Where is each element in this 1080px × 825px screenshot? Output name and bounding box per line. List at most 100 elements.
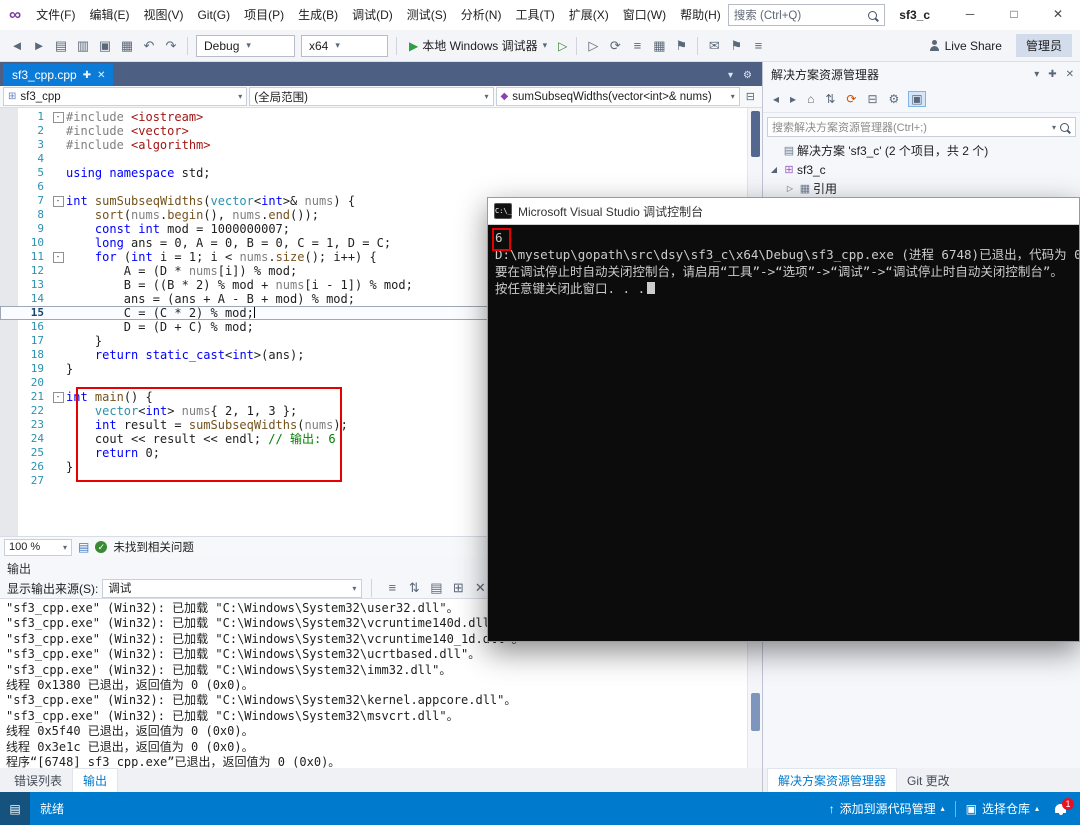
menu-item[interactable]: 窗口(W) [616, 1, 673, 30]
solution-platform-dropdown[interactable]: x64 ▾ [301, 34, 388, 57]
console-title-bar[interactable]: C:\_ Microsoft Visual Studio 调试控制台 [488, 198, 1079, 225]
breakpoint-margin-cell[interactable] [0, 460, 18, 474]
undo-icon[interactable]: ↶ [138, 38, 160, 54]
breakpoint-margin-cell[interactable] [0, 110, 18, 124]
fold-toggle-icon[interactable]: - [52, 196, 64, 207]
active-files-dropdown-icon[interactable]: ▾ [728, 70, 733, 81]
editor-scrollbar-thumb[interactable] [751, 111, 760, 157]
breakpoint-margin-cell[interactable] [0, 432, 18, 446]
add-to-source-control-button[interactable]: ↑ 添加到源代码管理 ▴ [819, 792, 955, 825]
breakpoint-margin-cell[interactable] [0, 250, 18, 264]
breakpoint-margin-cell[interactable] [0, 390, 18, 404]
member-dropdown[interactable]: ◆ sumSubseqWidths(vector<int>& nums) ▾ [495, 87, 740, 106]
code-line-4[interactable]: 4 [0, 152, 762, 166]
redo-icon[interactable]: ↷ [160, 38, 182, 54]
se-switch-views-icon[interactable]: ⇅ [823, 92, 837, 106]
save-icon[interactable]: ▣ [94, 38, 116, 54]
breakpoint-margin-cell[interactable] [0, 194, 18, 208]
output-clear-icon[interactable]: ▤ [425, 580, 447, 596]
menu-item[interactable]: 生成(B) [291, 1, 345, 30]
new-project-icon[interactable]: ▤ [50, 38, 72, 54]
bottom-panel-tab[interactable]: 输出 [72, 768, 119, 792]
tree-item[interactable]: ◢ ⊞ sf3_c [763, 160, 1080, 179]
menu-item[interactable]: 文件(F) [29, 1, 82, 30]
feedback-corner-icon[interactable]: ▤ [0, 792, 30, 825]
profiler-icon[interactable]: ▦ [648, 38, 670, 54]
breakpoint-margin-cell[interactable] [0, 222, 18, 236]
breakpoint-margin-cell[interactable] [0, 334, 18, 348]
se-sync-icon[interactable]: ⟳ [844, 92, 858, 106]
save-all-icon[interactable]: ▦ [116, 38, 138, 54]
split-window-icon[interactable]: ⊟ [742, 90, 759, 103]
breakpoint-margin-cell[interactable] [0, 166, 18, 180]
menu-item[interactable]: Git(G) [190, 1, 237, 30]
breakpoint-margin-cell[interactable] [0, 362, 18, 376]
output-levels-icon[interactable]: ≡ [381, 580, 403, 595]
fold-toggle-icon[interactable]: - [52, 392, 64, 403]
breakpoint-margin-cell[interactable] [0, 264, 18, 278]
se-collapse-all-icon[interactable]: ⊟ [865, 92, 879, 106]
bottom-panel-tab[interactable]: 错误列表 [4, 769, 72, 792]
zoom-dropdown[interactable]: 100 % ▾ [4, 538, 72, 556]
breakpoint-margin-cell[interactable] [0, 180, 18, 194]
fold-toggle-icon[interactable]: - [52, 252, 64, 263]
menu-item[interactable]: 调试(D) [345, 1, 400, 30]
menu-item[interactable]: 分析(N) [454, 1, 509, 30]
code-line-3[interactable]: 3 #include <algorithm> [0, 138, 762, 152]
chevron-down-icon[interactable]: ▾ [1034, 69, 1039, 80]
se-preview-icon[interactable]: ▣ [908, 91, 926, 107]
breakpoint-margin-cell[interactable] [0, 124, 18, 138]
se-back-icon[interactable]: ◂ [771, 92, 781, 106]
code-line-6[interactable]: 6 [0, 180, 762, 194]
breakpoint-margin-cell[interactable] [0, 152, 18, 166]
collapsed-arrow-icon[interactable]: ▷ [783, 184, 797, 193]
find-icon[interactable]: ⚑ [725, 38, 747, 54]
quick-search-box[interactable]: 搜索 (Ctrl+Q) [727, 4, 886, 26]
menu-item[interactable]: 扩展(X) [562, 1, 616, 30]
menu-item[interactable]: 编辑(E) [82, 1, 136, 30]
output-goto-icon[interactable]: ⇅ [403, 580, 425, 596]
breakpoint-margin-cell[interactable] [0, 278, 18, 292]
menu-item[interactable]: 工具(T) [508, 1, 561, 30]
feedback-icon[interactable]: ✉ [703, 38, 725, 54]
breakpoint-margin-cell[interactable] [0, 208, 18, 222]
navigate-backward-icon[interactable]: ◄ [6, 38, 28, 53]
code-line-5[interactable]: 5 using namespace std; [0, 166, 762, 180]
breakpoint-margin-cell[interactable] [0, 418, 18, 432]
minimize-button[interactable]: ─ [948, 0, 992, 30]
breakpoint-margin-cell[interactable] [0, 474, 18, 488]
live-share-button[interactable]: Live Share [929, 39, 1002, 53]
task-list-icon[interactable]: ≡ [747, 38, 769, 53]
solution-config-dropdown[interactable]: Debug ▾ [196, 34, 295, 57]
se-forward-icon[interactable]: ▸ [788, 92, 798, 106]
debug-console-window[interactable]: C:\_ Microsoft Visual Studio 调试控制台 6 D:\m… [487, 197, 1080, 642]
pin-icon[interactable]: ✚ [83, 70, 91, 81]
output-scrollbar-thumb[interactable] [751, 693, 760, 731]
hot-reload-icon[interactable]: ⟳ [604, 38, 626, 54]
console-body[interactable]: 6 D:\mysetup\gopath\src\dsy\sf3_c\x64\Deb… [488, 225, 1079, 642]
breakpoint-margin-cell[interactable] [0, 320, 18, 334]
bookmark-icon[interactable]: ⚑ [670, 38, 692, 54]
document-tab-active[interactable]: sf3_cpp.cpp ✚ ✕ [3, 64, 113, 86]
fold-toggle-icon[interactable]: - [52, 112, 64, 123]
right-panel-tab[interactable]: 解决方案资源管理器 [767, 768, 898, 792]
tree-item[interactable]: ▷ ▦ 引用 [763, 179, 1080, 198]
select-repository-button[interactable]: ▣ 选择仓库 ▴ [956, 792, 1049, 825]
right-panel-tab[interactable]: Git 更改 [897, 769, 960, 792]
breakpoint-margin-cell[interactable] [0, 348, 18, 362]
attach-process-icon[interactable]: ▷ [582, 38, 604, 54]
breakpoint-margin-cell[interactable] [0, 404, 18, 418]
menu-item[interactable]: 视图(V) [136, 1, 190, 30]
document-health-icon[interactable]: ▤ [78, 540, 89, 554]
notifications-button[interactable]: 1 [1055, 798, 1074, 815]
navigate-forward-icon[interactable]: ► [28, 38, 50, 53]
breakpoint-margin-cell[interactable] [0, 236, 18, 250]
code-line-1[interactable]: 1- #include <iostream> [0, 110, 762, 124]
breakpoint-margin-cell[interactable] [0, 306, 18, 320]
output-wrap-icon[interactable]: ⊞ [447, 580, 469, 596]
breakpoint-margin-cell[interactable] [0, 292, 18, 306]
breakpoint-margin-cell[interactable] [0, 138, 18, 152]
tree-item[interactable]: ▤ 解决方案 'sf3_c' (2 个项目，共 2 个) [763, 141, 1080, 160]
project-dropdown[interactable]: ⊞ sf3_cpp ▾ [3, 87, 248, 106]
close-button[interactable]: ✕ [1036, 0, 1080, 30]
